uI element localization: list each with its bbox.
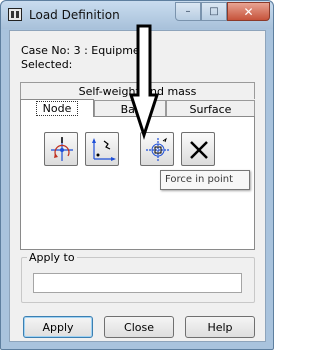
nodal-force-icon [51, 137, 73, 161]
annotation-down-arrow-icon [129, 24, 159, 140]
delete-x-icon [190, 141, 208, 159]
delete-load-button[interactable] [181, 132, 215, 166]
apply-button[interactable]: Apply [23, 316, 93, 338]
maximize-button[interactable]: □ [201, 2, 227, 21]
selected-text: Selected: [21, 58, 73, 71]
apply-to-label: Apply to [27, 251, 77, 264]
tab-node[interactable]: Node [20, 99, 94, 117]
support-displacement-button[interactable] [85, 132, 119, 166]
help-button[interactable]: Help [185, 316, 255, 338]
nodal-force-button[interactable] [44, 132, 78, 166]
minimize-button[interactable]: – [175, 2, 201, 21]
tab-surface-label: Surface [189, 102, 232, 116]
window-title: Load Definition [29, 8, 120, 22]
apply-to-input[interactable] [33, 273, 242, 293]
tab-surface[interactable]: Surface [166, 100, 255, 117]
load-definition-window: Load Definition – □ ✕ Case No: 3 : Equip… [0, 0, 274, 350]
tooltip-force-in-point: Force in point [160, 170, 250, 190]
close-button[interactable]: Close [104, 316, 174, 338]
close-window-button[interactable]: ✕ [227, 2, 270, 21]
tab-node-label: Node [35, 101, 79, 116]
support-displacement-icon [92, 138, 116, 161]
app-icon[interactable] [8, 8, 22, 21]
